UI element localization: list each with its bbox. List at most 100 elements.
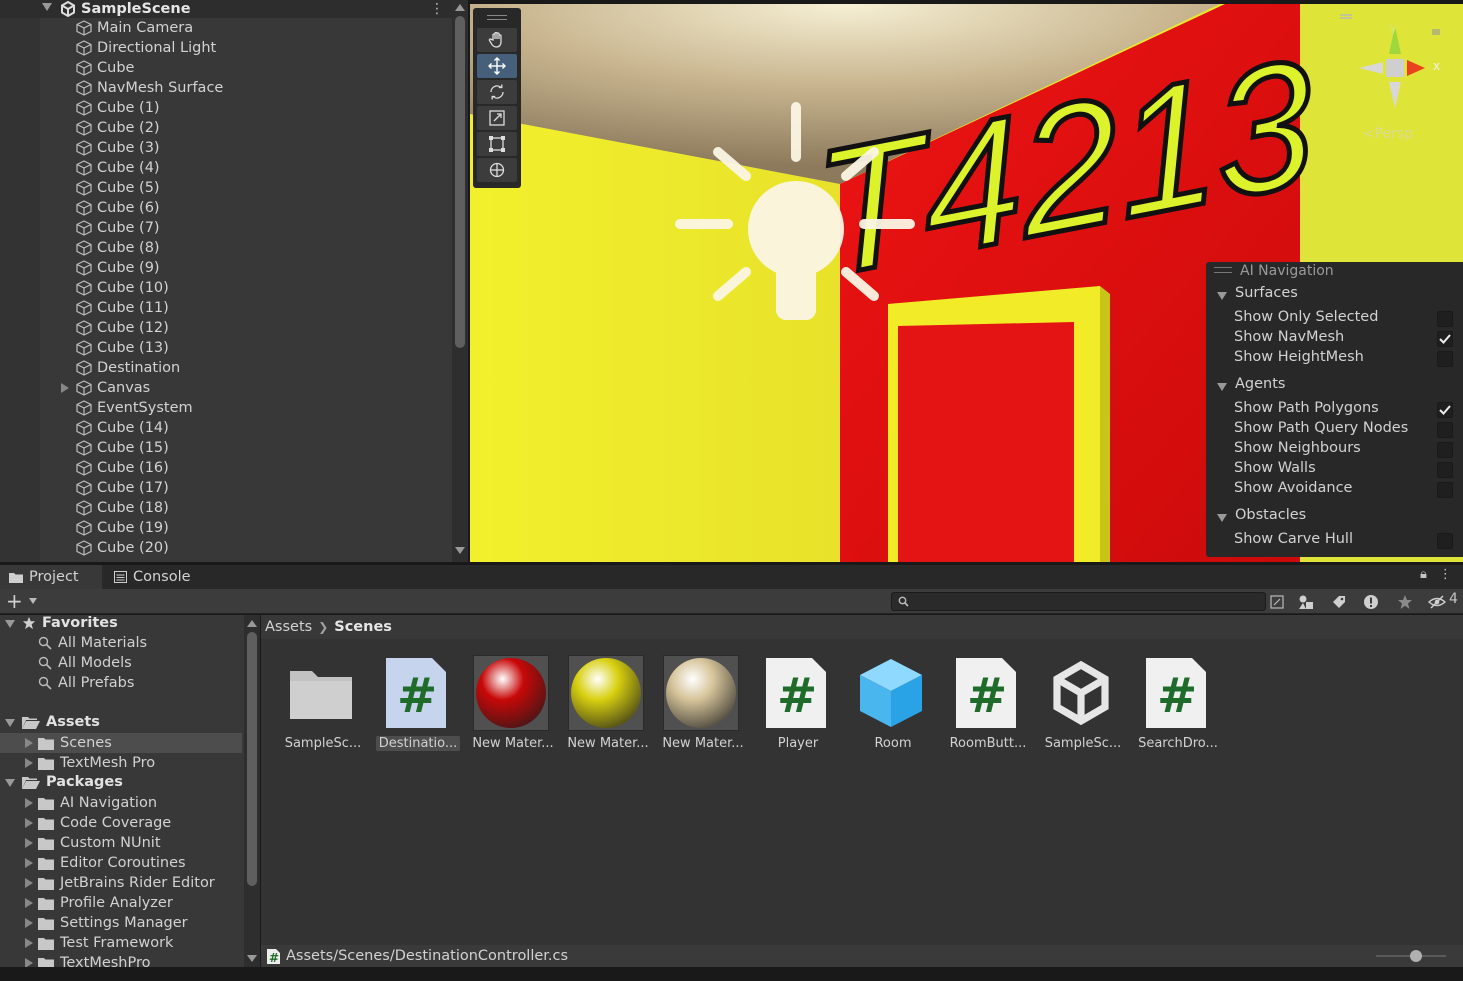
tree-favorite-item[interactable]: All Prefabs bbox=[38, 673, 134, 693]
expand-arrow-icon[interactable] bbox=[25, 758, 33, 768]
transform-tool-button[interactable] bbox=[477, 158, 517, 182]
asset-tile-material[interactable]: New Mater... bbox=[560, 655, 649, 755]
nav-option-checkbox[interactable] bbox=[1437, 442, 1453, 458]
filter-warning-icon[interactable] bbox=[1361, 592, 1381, 612]
hierarchy-item[interactable]: Cube (9) bbox=[76, 258, 160, 278]
expand-arrow-icon[interactable] bbox=[25, 818, 33, 828]
nav-option-checkbox[interactable] bbox=[1437, 422, 1453, 438]
collapse-arrow-icon[interactable] bbox=[5, 779, 15, 787]
tree-assets[interactable]: Assets bbox=[22, 712, 100, 732]
hierarchy-item[interactable]: Cube (13) bbox=[76, 338, 169, 358]
asset-tile-prefab[interactable]: Room bbox=[845, 655, 933, 755]
scroll-down-icon[interactable] bbox=[247, 955, 257, 962]
rect-tool-button[interactable] bbox=[477, 132, 517, 156]
nav-section-surfaces[interactable]: Surfaces bbox=[1235, 285, 1298, 301]
collapse-arrow-icon[interactable] bbox=[5, 719, 15, 727]
asset-tile-folder[interactable]: SampleSc... bbox=[275, 655, 363, 755]
hierarchy-item[interactable]: Cube (8) bbox=[76, 238, 160, 258]
expand-arrow-icon[interactable] bbox=[25, 798, 33, 808]
hierarchy-item[interactable]: Main Camera bbox=[76, 18, 193, 38]
section-fold-icon[interactable] bbox=[1217, 383, 1227, 391]
nav-option-checkbox[interactable] bbox=[1437, 482, 1453, 498]
persp-label[interactable]: <Persp bbox=[1363, 126, 1413, 142]
overlay-grip[interactable] bbox=[1214, 267, 1232, 273]
tree-package-folder[interactable]: AI Navigation bbox=[38, 793, 157, 813]
section-fold-icon[interactable] bbox=[1217, 292, 1227, 300]
scene-header-row[interactable]: SampleScene ⋮ bbox=[0, 0, 452, 18]
hierarchy-item[interactable]: Canvas bbox=[76, 378, 150, 398]
expand-arrow-icon[interactable] bbox=[25, 878, 33, 888]
hierarchy-item[interactable]: Cube (16) bbox=[76, 458, 169, 478]
expand-arrow-icon[interactable] bbox=[25, 898, 33, 908]
tree-favorite-item[interactable]: All Models bbox=[38, 653, 132, 673]
tree-package-folder[interactable]: Settings Manager bbox=[38, 913, 188, 933]
hierarchy-item[interactable]: Cube bbox=[76, 58, 134, 78]
asset-tile-script[interactable]: # SearchDro... bbox=[1130, 655, 1218, 755]
favorite-star-icon[interactable] bbox=[1395, 592, 1415, 612]
breadcrumb-scenes[interactable]: Scenes bbox=[334, 619, 392, 635]
tree-favorites[interactable]: Favorites bbox=[22, 615, 118, 633]
filter-label-icon[interactable] bbox=[1329, 592, 1349, 612]
hierarchy-item[interactable]: Cube (4) bbox=[76, 158, 160, 178]
hierarchy-item[interactable]: Cube (2) bbox=[76, 118, 160, 138]
section-fold-icon[interactable] bbox=[1217, 514, 1227, 522]
tree-asset-folder[interactable]: TextMesh Pro bbox=[38, 753, 155, 773]
tree-package-folder[interactable]: Code Coverage bbox=[38, 813, 171, 833]
canvas-expand-icon[interactable] bbox=[61, 383, 69, 393]
rotate-tool-button[interactable] bbox=[477, 80, 517, 104]
tab-menu-icon[interactable]: ⋮ bbox=[1439, 567, 1452, 582]
hierarchy-item[interactable]: Cube (19) bbox=[76, 518, 169, 538]
asset-tile-material[interactable]: New Mater... bbox=[465, 655, 554, 755]
hierarchy-item[interactable]: Cube (11) bbox=[76, 298, 169, 318]
tree-package-folder[interactable]: Profile Analyzer bbox=[38, 893, 173, 913]
hidden-packages-icon[interactable] bbox=[1427, 592, 1447, 612]
hierarchy-item[interactable]: Cube (3) bbox=[76, 138, 160, 158]
hierarchy-item[interactable]: EventSystem bbox=[76, 398, 193, 418]
expand-arrow-icon[interactable] bbox=[25, 918, 33, 928]
hierarchy-item[interactable]: Cube (14) bbox=[76, 418, 169, 438]
asset-tile-script[interactable]: # Destinatio... bbox=[370, 655, 461, 755]
hierarchy-item[interactable]: Cube (12) bbox=[76, 318, 169, 338]
expand-arrow-icon[interactable] bbox=[25, 738, 33, 748]
expand-arrow-icon[interactable] bbox=[25, 958, 33, 967]
scroll-down-icon[interactable] bbox=[455, 547, 465, 554]
slider-knob[interactable] bbox=[1410, 950, 1422, 962]
hierarchy-item[interactable]: Cube (20) bbox=[76, 538, 169, 558]
hierarchy-item[interactable]: Cube (1) bbox=[76, 98, 160, 118]
expand-arrow-icon[interactable] bbox=[25, 838, 33, 848]
add-button[interactable]: + bbox=[6, 590, 23, 612]
nav-option-checkbox[interactable] bbox=[1437, 351, 1453, 367]
hand-tool-button[interactable] bbox=[477, 28, 517, 52]
asset-tile-scene[interactable]: SampleSc... bbox=[1035, 655, 1123, 755]
scroll-thumb[interactable] bbox=[455, 16, 465, 348]
hierarchy-item[interactable]: Cube (18) bbox=[76, 498, 169, 518]
icon-size-slider[interactable] bbox=[1376, 950, 1446, 962]
expand-arrow-icon[interactable] bbox=[25, 858, 33, 868]
tree-package-folder[interactable]: Custom NUnit bbox=[38, 833, 161, 853]
scene-menu-icon[interactable]: ⋮ bbox=[430, 0, 444, 18]
search-input[interactable] bbox=[891, 592, 1266, 611]
nav-option-checkbox[interactable] bbox=[1437, 331, 1453, 347]
hierarchy-item[interactable]: Destination bbox=[76, 358, 180, 378]
hierarchy-item[interactable]: Cube (5) bbox=[76, 178, 160, 198]
hierarchy-item[interactable]: Cube (15) bbox=[76, 438, 169, 458]
nav-option-checkbox[interactable] bbox=[1437, 402, 1453, 418]
hierarchy-item[interactable]: Cube (6) bbox=[76, 198, 160, 218]
nav-option-checkbox[interactable] bbox=[1437, 533, 1453, 549]
breadcrumb-assets[interactable]: Assets bbox=[265, 619, 312, 635]
search-scope-icon[interactable] bbox=[1267, 592, 1287, 612]
scroll-up-icon[interactable] bbox=[455, 4, 465, 11]
hierarchy-scrollbar[interactable] bbox=[452, 0, 468, 562]
tab-console[interactable]: Console bbox=[104, 565, 191, 589]
lock-icon[interactable]: 🔒︎ bbox=[1420, 567, 1427, 582]
tree-package-folder[interactable]: Editor Coroutines bbox=[38, 853, 186, 873]
tree-package-folder[interactable]: TextMeshPro bbox=[38, 953, 151, 967]
tree-package-folder[interactable]: JetBrains Rider Editor bbox=[38, 873, 215, 893]
tree-packages[interactable]: Packages bbox=[22, 772, 123, 792]
tree-favorite-item[interactable]: All Materials bbox=[38, 633, 147, 653]
nav-section-obstacles[interactable]: Obstacles bbox=[1235, 507, 1306, 523]
tool-palette-grip[interactable] bbox=[487, 15, 507, 20]
move-tool-button[interactable] bbox=[477, 54, 517, 78]
hierarchy-item[interactable]: Cube (10) bbox=[76, 278, 169, 298]
hierarchy-item[interactable]: Directional Light bbox=[76, 38, 216, 58]
